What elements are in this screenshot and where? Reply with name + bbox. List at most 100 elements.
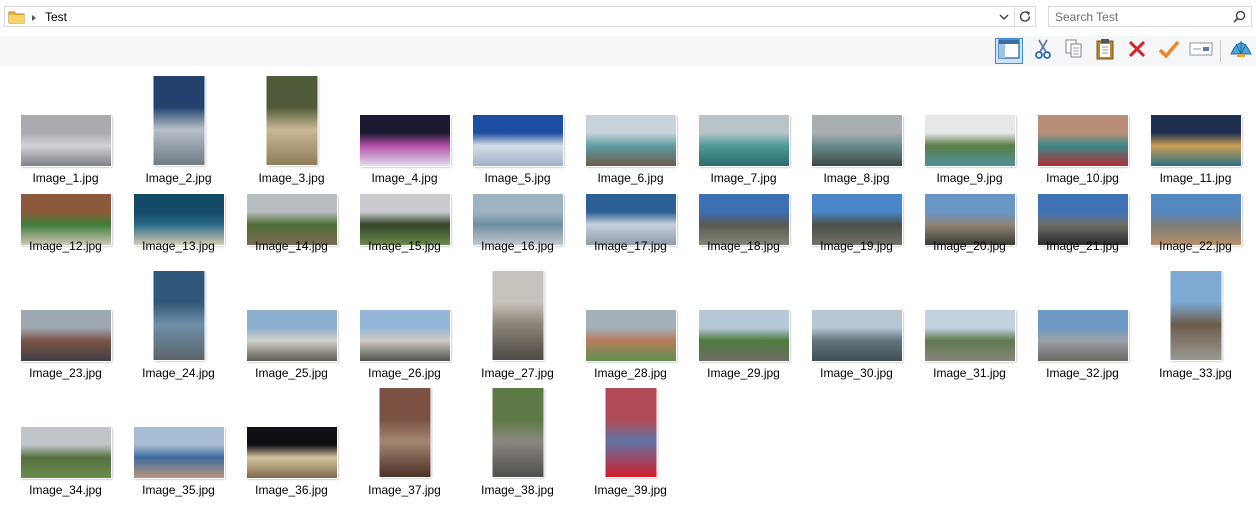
thumbnail-image bbox=[265, 75, 318, 166]
file-name-label: Image_17.jpg bbox=[594, 239, 667, 253]
thumbnail-image bbox=[1149, 193, 1242, 246]
file-item[interactable]: Image_9.jpg bbox=[913, 66, 1026, 185]
file-name-label: Image_22.jpg bbox=[1159, 239, 1232, 253]
file-item[interactable]: Image_10.jpg bbox=[1026, 66, 1139, 185]
thumbnail-image bbox=[1036, 114, 1129, 167]
file-item[interactable]: Image_8.jpg bbox=[800, 66, 913, 185]
search-box[interactable] bbox=[1048, 6, 1252, 27]
thumbnail-image bbox=[378, 387, 431, 478]
rename-button[interactable] bbox=[1187, 38, 1215, 64]
thumbnail-image bbox=[19, 309, 112, 362]
file-name-label: Image_39.jpg bbox=[594, 483, 667, 497]
thumbnail-image bbox=[358, 193, 451, 246]
file-item[interactable]: Image_29.jpg bbox=[687, 261, 800, 380]
file-item[interactable]: Image_1.jpg bbox=[9, 66, 122, 185]
file-name-label: Image_21.jpg bbox=[1046, 239, 1119, 253]
file-item[interactable]: Image_24.jpg bbox=[122, 261, 235, 380]
top-bar: Test bbox=[0, 0, 1256, 36]
search-input[interactable] bbox=[1055, 9, 1225, 24]
file-name-label: Image_34.jpg bbox=[29, 483, 102, 497]
file-item[interactable]: Image_36.jpg bbox=[235, 378, 348, 497]
file-item[interactable]: Image_27.jpg bbox=[461, 261, 574, 380]
thumbnail-image bbox=[1149, 114, 1242, 167]
orange-check-icon bbox=[1158, 39, 1180, 64]
layout-pane-button[interactable] bbox=[995, 38, 1023, 64]
file-name-label: Image_30.jpg bbox=[820, 366, 893, 380]
shell-button[interactable] bbox=[1227, 38, 1255, 64]
file-name-label: Image_31.jpg bbox=[933, 366, 1006, 380]
thumbnail-image bbox=[584, 114, 677, 167]
thumbnail-image bbox=[152, 270, 205, 361]
search-icon[interactable] bbox=[1231, 9, 1247, 30]
thumbnail-image bbox=[584, 309, 677, 362]
file-item[interactable]: Image_3.jpg bbox=[235, 66, 348, 185]
file-item[interactable]: Image_11.jpg bbox=[1139, 66, 1252, 185]
copy-button[interactable] bbox=[1060, 38, 1088, 64]
thumbnail-image bbox=[584, 193, 677, 246]
thumbnail-image bbox=[152, 75, 205, 166]
cut-button[interactable] bbox=[1029, 38, 1057, 64]
file-item[interactable]: Image_23.jpg bbox=[9, 261, 122, 380]
shell-icon bbox=[1229, 38, 1253, 65]
thumbnail-image bbox=[810, 309, 903, 362]
file-item[interactable]: Image_26.jpg bbox=[348, 261, 461, 380]
toolbar-divider bbox=[1220, 40, 1221, 62]
file-name-label: Image_15.jpg bbox=[368, 239, 441, 253]
delete-button[interactable] bbox=[1123, 38, 1151, 64]
thumbnail-image bbox=[604, 387, 657, 478]
refresh-icon[interactable] bbox=[1014, 7, 1036, 26]
thumbnail-image bbox=[1036, 193, 1129, 246]
file-item[interactable]: Image_32.jpg bbox=[1026, 261, 1139, 380]
file-item[interactable]: Image_33.jpg bbox=[1139, 261, 1252, 380]
thumbnail-image bbox=[132, 426, 225, 479]
thumbnail-image bbox=[471, 193, 564, 246]
thumbnail-image bbox=[1036, 309, 1129, 362]
file-item[interactable]: Image_39.jpg bbox=[574, 378, 687, 497]
thumbnail-image bbox=[923, 309, 1016, 362]
file-name-label: Image_14.jpg bbox=[255, 239, 328, 253]
file-item[interactable]: Image_2.jpg bbox=[122, 66, 235, 185]
file-item[interactable]: Image_4.jpg bbox=[348, 66, 461, 185]
file-item[interactable]: Image_37.jpg bbox=[348, 378, 461, 497]
file-name-label: Image_18.jpg bbox=[707, 239, 780, 253]
layout-pane-icon bbox=[998, 38, 1020, 64]
file-name-label: Image_16.jpg bbox=[481, 239, 554, 253]
file-item[interactable]: Image_38.jpg bbox=[461, 378, 574, 497]
thumbnail-image bbox=[697, 114, 790, 167]
select-button[interactable] bbox=[1155, 38, 1183, 64]
folder-icon bbox=[8, 9, 26, 30]
paste-button[interactable] bbox=[1091, 38, 1119, 64]
chevron-down-icon[interactable] bbox=[995, 8, 1013, 26]
thumbnail-image bbox=[697, 193, 790, 246]
thumbnail-image bbox=[923, 193, 1016, 246]
thumbnail-image bbox=[245, 426, 338, 479]
thumbnail-image bbox=[1169, 270, 1222, 361]
thumbnail-image bbox=[358, 114, 451, 167]
thumbnail-image bbox=[245, 309, 338, 362]
file-name-label: Image_37.jpg bbox=[368, 483, 441, 497]
file-name-label: Image_20.jpg bbox=[933, 239, 1006, 253]
red-x-icon bbox=[1127, 39, 1147, 64]
thumbnail-image bbox=[19, 426, 112, 479]
breadcrumb-test[interactable]: Test bbox=[45, 10, 67, 24]
breadcrumb-arrow-icon[interactable] bbox=[29, 11, 39, 23]
file-name-label: Image_12.jpg bbox=[29, 239, 102, 253]
file-item[interactable]: Image_31.jpg bbox=[913, 261, 1026, 380]
file-name-label: Image_13.jpg bbox=[142, 239, 215, 253]
file-item[interactable]: Image_28.jpg bbox=[574, 261, 687, 380]
file-item[interactable]: Image_35.jpg bbox=[122, 378, 235, 497]
file-item[interactable]: Image_30.jpg bbox=[800, 261, 913, 380]
file-item[interactable]: Image_34.jpg bbox=[9, 378, 122, 497]
scissors-icon bbox=[1033, 38, 1053, 65]
thumbnail-image bbox=[19, 193, 112, 246]
file-item[interactable]: Image_7.jpg bbox=[687, 66, 800, 185]
file-grid: Image_1.jpg Image_2.jpg Image_3.jpg Image_4… bbox=[0, 66, 1256, 509]
file-item[interactable]: Image_5.jpg bbox=[461, 66, 574, 185]
thumbnail-image bbox=[358, 309, 451, 362]
clipboard-icon bbox=[1095, 38, 1115, 65]
file-item[interactable]: Image_25.jpg bbox=[235, 261, 348, 380]
address-bar[interactable]: Test bbox=[4, 6, 1036, 27]
thumbnail-image bbox=[19, 114, 112, 167]
thumbnail-image bbox=[471, 114, 564, 167]
file-item[interactable]: Image_6.jpg bbox=[574, 66, 687, 185]
